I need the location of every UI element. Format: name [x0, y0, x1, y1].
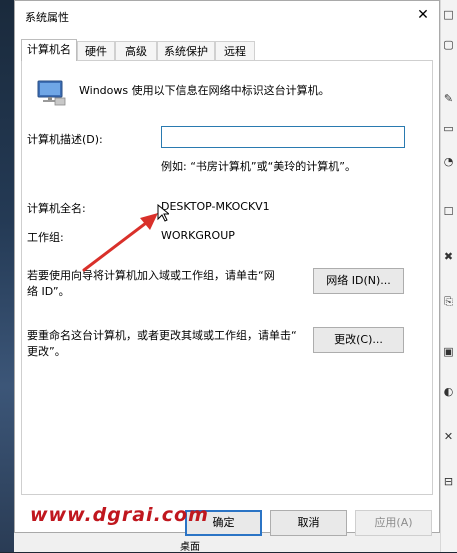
side-toolbar-icon[interactable]: ◐: [440, 385, 457, 398]
side-toolbar-icon[interactable]: ☐: [440, 205, 457, 218]
rename-text-line2: 更改”。: [27, 345, 66, 358]
full-name-label: 计算机全名:: [27, 202, 86, 215]
computer-icon: [37, 80, 66, 106]
side-toolbar-icon[interactable]: ▢: [440, 38, 457, 51]
tab-system-protection[interactable]: 系统保护: [157, 41, 215, 60]
watermark: www.dgrai.com: [30, 504, 209, 526]
side-toolbar-icon[interactable]: ⊟: [440, 475, 457, 488]
description-input[interactable]: [161, 126, 405, 148]
side-toolbar: [440, 0, 457, 552]
cancel-button[interactable]: 取消: [270, 510, 347, 536]
apply-button[interactable]: 应用(A): [355, 510, 432, 536]
change-button[interactable]: 更改(C)...: [313, 327, 404, 353]
rename-text-line1: 要重命名这台计算机，或者更改其域或工作组，请单击“: [27, 329, 297, 342]
tab-advanced[interactable]: 高级: [115, 41, 157, 60]
close-icon[interactable]: ✕: [415, 7, 431, 23]
network-id-button[interactable]: 网络 ID(N)...: [313, 268, 404, 294]
side-toolbar-icon[interactable]: ✖: [440, 250, 457, 263]
window-title: 系统属性: [25, 11, 69, 24]
system-properties-dialog: 系统属性 ✕ 计算机名 硬件 高级 系统保护 远程 Windows 使用以下信息…: [14, 0, 440, 536]
side-toolbar-icon[interactable]: ◔: [440, 155, 457, 168]
network-id-text-line1: 若要使用向导将计算机加入域或工作组，请单击“网: [27, 269, 275, 282]
tab-computer-name[interactable]: 计算机名: [21, 39, 77, 61]
network-id-text-line2: 络 ID”。: [27, 285, 70, 298]
tab-remote[interactable]: 远程: [215, 41, 255, 60]
desktop-background: [0, 0, 14, 552]
side-toolbar-icon[interactable]: ✕: [440, 430, 457, 443]
tab-hardware[interactable]: 硬件: [77, 41, 115, 60]
mouse-cursor-icon: [157, 204, 169, 222]
workgroup-value: WORKGROUP: [161, 229, 235, 242]
description-example: 例如: “书房计算机”或“美玲的计算机”。: [161, 160, 356, 173]
workgroup-label: 工作组:: [27, 231, 64, 244]
title-bar[interactable]: 系统属性 ✕: [15, 1, 439, 31]
side-toolbar-icon[interactable]: ▣: [440, 345, 457, 358]
full-name-value: DESKTOP-MKOCKV1: [161, 200, 270, 213]
side-toolbar-icon[interactable]: ▭: [440, 122, 457, 135]
side-toolbar-icon[interactable]: □: [440, 8, 457, 21]
side-toolbar-icon[interactable]: ✎: [440, 92, 457, 105]
side-toolbar-icon[interactable]: ⎘: [440, 295, 457, 309]
taskbar-desktop-label[interactable]: 桌面: [180, 538, 200, 553]
intro-text: Windows 使用以下信息在网络中标识这台计算机。: [79, 84, 330, 97]
description-label: 计算机描述(D):: [27, 133, 103, 146]
